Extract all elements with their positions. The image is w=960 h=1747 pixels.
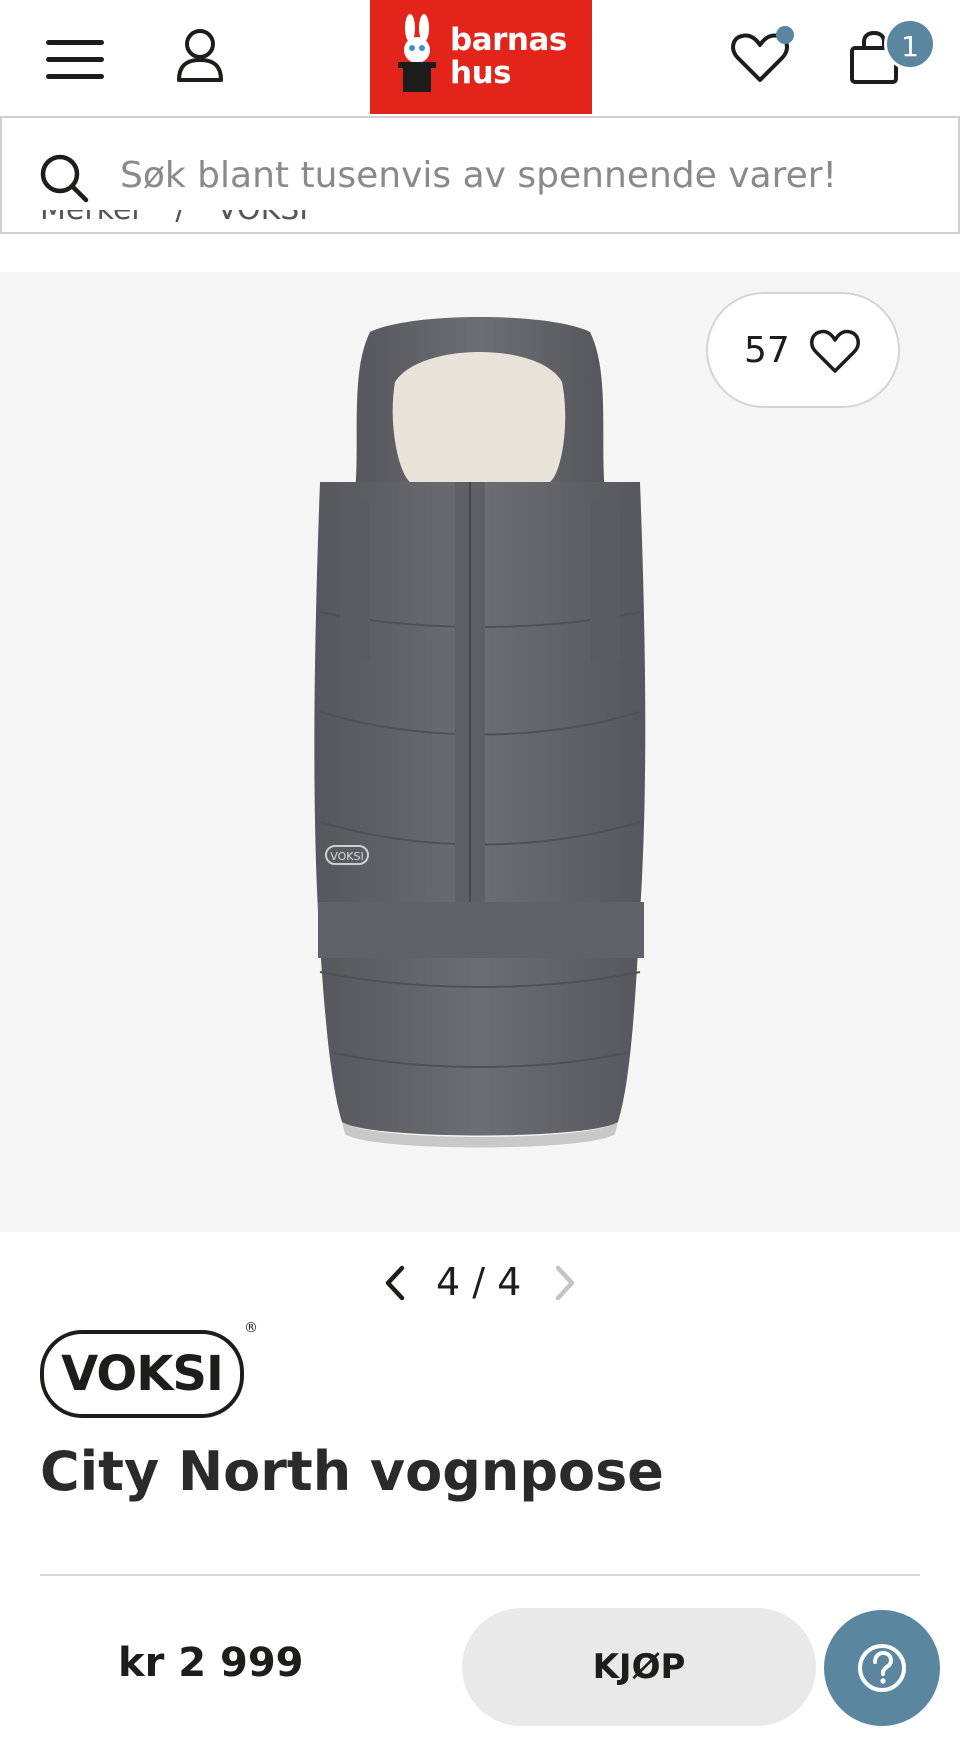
gallery-pager: 4 / 4 xyxy=(380,1258,580,1308)
like-count: 57 xyxy=(744,330,790,371)
wishlist-button[interactable] xyxy=(728,24,794,84)
account-button[interactable] xyxy=(172,26,228,86)
breadcrumb-separator: / xyxy=(175,210,185,227)
image-brand-text: VOKSI xyxy=(330,850,363,863)
account-icon xyxy=(177,29,223,82)
brand-name: VOKSI xyxy=(61,1346,224,1402)
product-price: kr 2 999 xyxy=(118,1640,304,1686)
chevron-left-icon[interactable] xyxy=(380,1262,410,1304)
chevron-right-icon[interactable] xyxy=(550,1262,580,1304)
site-logo[interactable]: barnas hus xyxy=(370,0,592,114)
logo-text: barnas hus xyxy=(450,24,567,90)
brand-registered-mark: ® xyxy=(244,1320,258,1336)
purchase-bar: kr 2 999 KJØP xyxy=(0,1588,960,1747)
divider xyxy=(40,1574,920,1576)
heart-icon xyxy=(810,329,860,373)
breadcrumb: Merker / VOKSI xyxy=(40,210,640,240)
product-title: City North vognpose xyxy=(40,1440,664,1503)
product-image: VOKSI xyxy=(314,317,646,1148)
cart-count-badge: 1 xyxy=(884,18,936,70)
site-header: barnas hus 1 xyxy=(0,0,960,116)
breadcrumb-row: Merker / VOKSI xyxy=(40,210,308,227)
menu-icon-bar xyxy=(46,74,104,79)
search-icon[interactable] xyxy=(38,152,90,204)
search-input[interactable] xyxy=(120,140,940,210)
question-icon xyxy=(858,1644,906,1692)
logo-line2: hus xyxy=(450,55,512,91)
product-gallery[interactable]: VOKSI 57 xyxy=(0,272,960,1232)
menu-icon-bar xyxy=(46,57,104,62)
breadcrumb-item-merker[interactable]: Merker xyxy=(40,210,144,227)
brand-logo[interactable]: VOKSI ® xyxy=(40,1320,258,1418)
cart-button[interactable]: 1 xyxy=(846,18,936,90)
pager-position: 4 / 4 xyxy=(436,1260,522,1304)
buy-button[interactable]: KJØP xyxy=(462,1608,816,1726)
help-button[interactable] xyxy=(824,1610,940,1726)
menu-icon-bar xyxy=(46,40,104,45)
menu-button[interactable] xyxy=(44,36,108,84)
like-button[interactable]: 57 xyxy=(706,292,900,408)
breadcrumb-item-voksi[interactable]: VOKSI xyxy=(217,210,308,227)
rabbit-logo-icon xyxy=(398,14,436,92)
wishlist-indicator-dot xyxy=(776,26,794,44)
logo-line1: barnas xyxy=(450,22,567,58)
